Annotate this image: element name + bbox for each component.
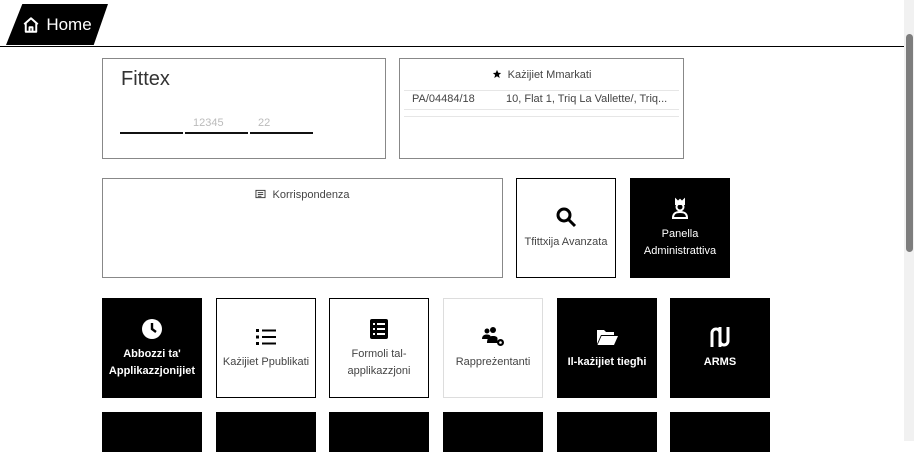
draft-applications-tile[interactable]: Abbozzi ta' Applikazzjonijiet (102, 298, 202, 398)
search-panel: Fittex 12345 22 (102, 58, 386, 159)
newspaper-icon (255, 189, 266, 199)
correspondence-panel: Korrispondenza (102, 178, 503, 278)
star-icon (492, 69, 501, 78)
draft-applications-label: Abbozzi ta' Applikazzjonijiet (108, 347, 196, 377)
tile-row3-3[interactable] (329, 412, 429, 452)
folder-open-icon (597, 330, 618, 345)
correspondence-title: Korrispondenza (103, 189, 502, 201)
my-cases-label: Il-każijiet tiegħi (567, 356, 647, 368)
table-row[interactable]: PA/04484/18 10, Flat 1, Triq La Vallette… (404, 90, 679, 110)
form-list-icon (370, 318, 388, 339)
advanced-search-label: Tfittxija Avanzata (524, 236, 608, 248)
my-cases-tile[interactable]: Il-każijiet tiegħi (557, 298, 657, 398)
scrollbar-thumb[interactable] (906, 34, 913, 252)
tile-row3-2[interactable] (216, 412, 316, 452)
bookmarked-cases-label: Każijiet Mmarkati (507, 69, 592, 81)
tile-row3-4[interactable] (443, 412, 543, 452)
house-icon (23, 16, 39, 33)
correspondence-label: Korrispondenza (272, 189, 350, 201)
tile-row3-6[interactable] (670, 412, 770, 452)
search-field-2[interactable]: 12345 (185, 114, 248, 134)
tile-row3-1[interactable] (102, 412, 202, 452)
arms-tile[interactable]: ARMS (670, 298, 770, 398)
representatives-tile[interactable]: Rappreżentanti (443, 298, 543, 398)
application-forms-tile[interactable]: Formoli tal-applikazzjoni (329, 298, 429, 398)
advanced-search-tile[interactable]: Tfittxija Avanzata (516, 178, 616, 278)
home-tab-label: Home (46, 14, 92, 34)
case-ref: PA/04484/18 (412, 93, 475, 105)
bookmarked-cases-title: Każijiet Mmarkati (400, 69, 683, 81)
top-nav-bar: Home (0, 0, 904, 47)
published-cases-label: Każijiet Ppublikati (222, 356, 310, 368)
users-gear-icon (482, 327, 504, 346)
search-title: Fittex (121, 68, 170, 90)
search-field-3[interactable]: 22 (250, 114, 313, 134)
case-address: 10, Flat 1, Triq La Vallette/, Triq... (506, 93, 668, 105)
admin-panel-tile[interactable]: Panella Administrattiva (630, 178, 730, 278)
bookmarked-cases-panel: Każijiet Mmarkati PA/04484/18 10, Flat 1… (399, 58, 684, 159)
search-field-1[interactable] (120, 114, 183, 134)
representatives-label: Rappreżentanti (455, 356, 531, 368)
application-forms-label: Formoli tal-applikazzjoni (347, 347, 411, 377)
arms-label: ARMS (703, 356, 737, 368)
home-tab[interactable]: Home (6, 4, 108, 45)
table-row-empty (404, 109, 679, 117)
admin-panel-label: Panella Administrattiva (643, 227, 717, 257)
arms-logo-icon (710, 327, 730, 347)
tile-row3-5[interactable] (557, 412, 657, 452)
admin-user-icon (671, 197, 689, 219)
published-cases-tile[interactable]: Każijiet Ppublikati (216, 298, 316, 398)
search-icon (556, 207, 577, 228)
list-icon (256, 329, 276, 345)
page-scrollbar[interactable] (904, 0, 914, 441)
clock-icon (142, 318, 162, 339)
